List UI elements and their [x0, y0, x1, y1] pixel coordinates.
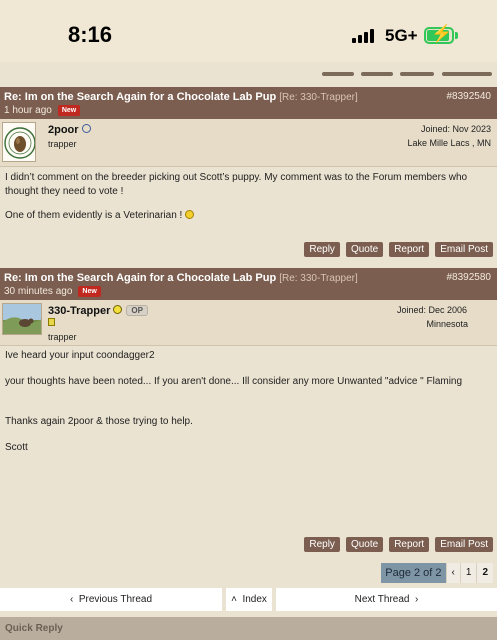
reply-to-label[interactable]: [Re: 330-Trapper]: [279, 92, 358, 103]
post-paragraph: One of them evidently is a Veterinarian …: [5, 209, 491, 223]
previous-page-icon[interactable]: ‹: [445, 563, 460, 583]
battery-tip: [455, 32, 458, 39]
post-body: I didn’t comment on the breeder picking …: [5, 171, 491, 223]
post-title-text[interactable]: Re: Im on the Search Again for a Chocola…: [4, 272, 276, 284]
post-signature: Scott: [5, 442, 28, 453]
report-button[interactable]: Report: [389, 537, 430, 552]
page-2-current[interactable]: 2: [476, 563, 493, 583]
clock: 8:16: [68, 22, 113, 47]
new-badge: New: [78, 286, 101, 297]
chevron-up-icon: ˄: [231, 594, 237, 605]
report-button[interactable]: Report: [389, 242, 430, 257]
post-header: Re: Im on the Search Again for a Chocola…: [0, 268, 497, 300]
previous-thread-label: Previous Thread: [78, 594, 153, 605]
rank-icon: [48, 318, 55, 326]
user-info: 2poor trapper Joined: Nov 2023 Lake Mill…: [0, 119, 497, 167]
joined-date: Joined: Nov 2023: [420, 124, 491, 134]
post-actions: Reply Quote Report Email Post: [304, 537, 493, 552]
laughing-emoji-icon: [185, 210, 195, 219]
chevron-right-icon: ›: [415, 594, 419, 605]
post-header: Re: Im on the Search Again for a Chocola…: [0, 87, 497, 119]
username-text[interactable]: 2poor: [48, 124, 79, 136]
pagination: Page 2 of 2 ‹ 1 2: [381, 563, 493, 583]
signal-icon: [352, 29, 374, 43]
post-id-link[interactable]: #8392540: [447, 91, 492, 102]
email-post-button[interactable]: Email Post: [435, 537, 493, 552]
username[interactable]: 2poor: [48, 124, 91, 136]
username-text[interactable]: 330-Trapper: [48, 305, 110, 317]
post-title-text[interactable]: Re: Im on the Search Again for a Chocola…: [4, 91, 276, 103]
smile-status-icon: [113, 305, 123, 314]
avatar-logo-icon: [3, 123, 35, 161]
index-button[interactable]: ˄ Index: [226, 588, 272, 611]
post-paragraph: I didn’t comment on the breeder picking …: [5, 172, 468, 197]
user-rank: trapper: [48, 332, 77, 342]
post-paragraph-text: One of them evidently is a Veterinarian …: [5, 210, 183, 221]
user-rank: trapper: [48, 139, 77, 149]
charging-icon: ⚡: [431, 24, 453, 43]
page-indicator[interactable]: Page 2 of 2: [381, 563, 446, 583]
quick-reply-bar[interactable]: Quick Reply: [0, 617, 497, 640]
new-badge: New: [57, 105, 81, 116]
post-time-text: 30 minutes ago: [4, 286, 73, 297]
user-location: Lake Mille Lacs , MN: [407, 138, 491, 148]
post-time: 1 hour ago New: [4, 105, 81, 116]
email-post-button[interactable]: Email Post: [435, 242, 493, 257]
online-status-icon: [81, 124, 91, 133]
network-type: 5G+: [385, 26, 418, 45]
avatar-photo-icon: [3, 304, 41, 334]
avatar[interactable]: [2, 122, 36, 162]
user-location: Minnesota: [426, 319, 468, 329]
post-paragraph: Ive heard your input coondagger2: [5, 350, 155, 361]
chevron-left-icon: ‹: [69, 594, 74, 605]
top-tab-strip: [0, 66, 497, 78]
quote-button[interactable]: Quote: [345, 242, 384, 257]
quote-button[interactable]: Quote: [345, 537, 384, 552]
post-paragraph: Thanks again 2poor & those trying to hel…: [5, 416, 193, 427]
next-thread-label: Next Thread: [354, 594, 410, 605]
previous-thread-button[interactable]: ‹ Previous Thread: [0, 588, 222, 611]
thread-navigation: ‹ Previous Thread ˄ Index Next Thread ›: [0, 588, 497, 611]
status-bar: 8:16 5G+ ⚡: [0, 0, 497, 62]
user-info: 330-Trapper OP trapper Joined: Dec 2006 M…: [0, 300, 497, 346]
reply-to-label[interactable]: [Re: 330-Trapper]: [279, 273, 358, 284]
post-time-text: 1 hour ago: [4, 105, 52, 116]
page-1-link[interactable]: 1: [459, 563, 477, 583]
post-title[interactable]: Re: Im on the Search Again for a Chocola…: [4, 91, 358, 103]
next-thread-button[interactable]: Next Thread ›: [276, 588, 497, 611]
post-actions: Reply Quote Report Email Post: [304, 242, 493, 257]
index-label: Index: [242, 594, 267, 605]
avatar[interactable]: [2, 303, 42, 335]
reply-button[interactable]: Reply: [304, 537, 340, 552]
joined-date: Joined: Dec 2006: [396, 305, 467, 315]
post-time: 30 minutes ago New: [4, 286, 101, 297]
post-paragraph: your thoughts have been noted... If you …: [5, 376, 463, 387]
post-id-link[interactable]: #8392580: [447, 272, 492, 283]
username[interactable]: 330-Trapper OP: [48, 305, 148, 317]
post-title[interactable]: Re: Im on the Search Again for a Chocola…: [4, 272, 358, 284]
post-body: Ive heard your input coondagger2 your th…: [5, 349, 491, 455]
reply-button[interactable]: Reply: [304, 242, 340, 257]
op-badge: OP: [126, 305, 148, 316]
